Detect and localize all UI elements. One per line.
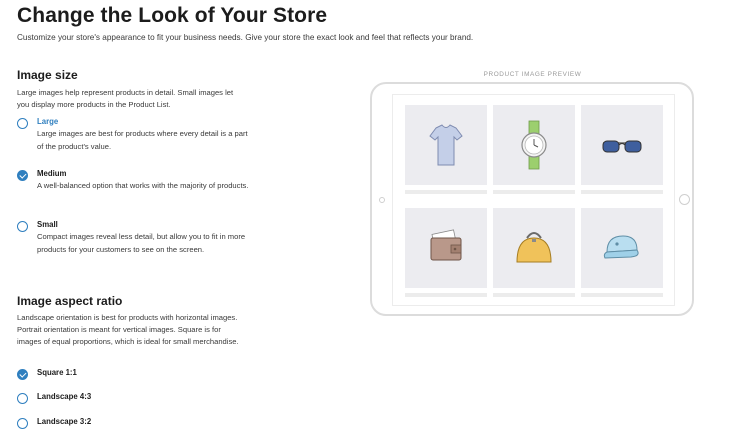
- option-label-landscape-4-3[interactable]: Landscape 4:3: [37, 392, 91, 401]
- preview-label: PRODUCT IMAGE PREVIEW: [483, 71, 582, 78]
- watch-icon: [521, 120, 547, 170]
- option-label-medium[interactable]: Medium: [37, 169, 66, 178]
- product-tile: [493, 208, 575, 297]
- product-tile: [581, 105, 663, 194]
- wallet-icon: [430, 229, 462, 261]
- radio-landscape-3-2[interactable]: [17, 418, 28, 429]
- option-label-small[interactable]: Small: [37, 220, 58, 229]
- option-desc-small: Compact images reveal less detail, but a…: [37, 232, 246, 254]
- option-desc-medium: A well-balanced option that works with t…: [37, 181, 249, 190]
- product-tile: [493, 105, 575, 194]
- t-shirt-icon: [429, 124, 463, 166]
- product-image: [405, 208, 487, 288]
- radio-small[interactable]: [17, 221, 28, 232]
- product-image: [581, 105, 663, 185]
- tablet-preview: [370, 82, 694, 316]
- tablet-home-button: [679, 194, 690, 205]
- aspect-ratio-description: Landscape orientation is best for produc…: [17, 313, 239, 346]
- tablet-camera: [379, 197, 385, 203]
- bag-icon: [516, 232, 552, 263]
- sunglasses-icon: [602, 140, 642, 153]
- option-label-large[interactable]: Large: [37, 117, 58, 126]
- product-caption-bar: [581, 190, 663, 194]
- product-tile: [581, 208, 663, 297]
- product-image: [493, 105, 575, 185]
- product-caption-bar: [493, 190, 575, 194]
- image-size-description: Large images help represent products in …: [17, 88, 234, 109]
- page-title: Change the Look of Your Store: [17, 4, 328, 27]
- product-image: [493, 208, 575, 288]
- option-desc-large: Large images are best for products where…: [37, 129, 248, 151]
- product-tile: [405, 105, 487, 194]
- product-tile: [405, 208, 487, 297]
- radio-landscape-4-3[interactable]: [17, 393, 28, 404]
- image-size-title: Image size: [17, 68, 78, 82]
- radio-square[interactable]: [17, 369, 28, 380]
- product-caption-bar: [581, 293, 663, 297]
- page-subtitle: Customize your store's appearance to fit…: [17, 33, 474, 42]
- option-label-landscape-3-2[interactable]: Landscape 3:2: [37, 417, 91, 426]
- product-image: [581, 208, 663, 288]
- tablet-screen: [392, 94, 675, 306]
- product-caption-bar: [405, 190, 487, 194]
- radio-large[interactable]: [17, 118, 28, 129]
- cap-icon: [603, 235, 639, 259]
- radio-medium[interactable]: [17, 170, 28, 181]
- product-caption-bar: [405, 293, 487, 297]
- option-label-square[interactable]: Square 1:1: [37, 368, 77, 377]
- aspect-ratio-title: Image aspect ratio: [17, 294, 123, 308]
- product-image: [405, 105, 487, 185]
- product-caption-bar: [493, 293, 575, 297]
